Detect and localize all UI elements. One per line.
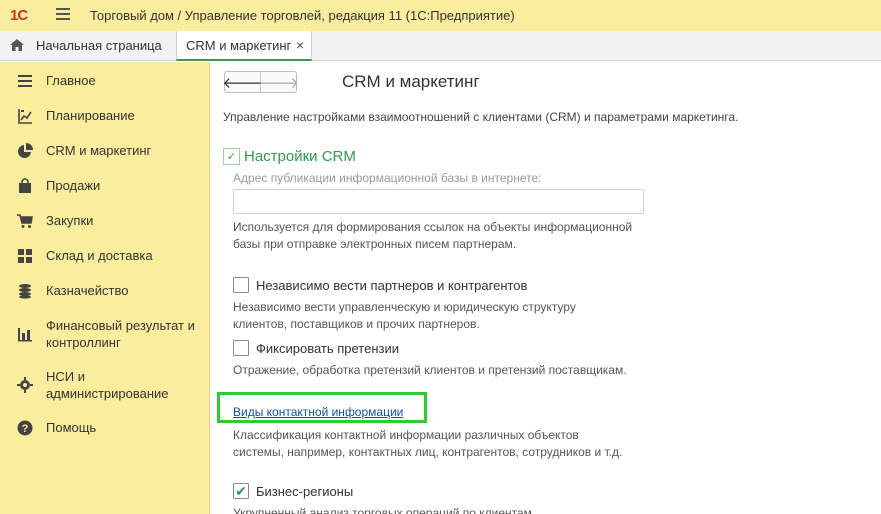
hamburger-icon: [18, 75, 32, 87]
tab-crm-label: CRM и маркетинг: [186, 38, 292, 53]
page-description: Управление настройками взаимоотношений с…: [223, 110, 739, 124]
bar-chart-icon: [18, 328, 32, 342]
partners-checkbox[interactable]: [233, 277, 249, 293]
tab-home[interactable]: Начальная страница: [0, 31, 172, 60]
section-crm-settings[interactable]: ✓ Настройки CRM: [223, 148, 356, 165]
address-field-label: Адрес публикации информационной базы в и…: [233, 171, 542, 185]
contact-hint: Классификация контактной информации разл…: [233, 428, 623, 459]
sidebar-item-label: Финансовый результат и контроллинг: [46, 318, 195, 350]
regions-checkbox-label: Бизнес-регионы: [256, 483, 354, 499]
address-input[interactable]: [233, 189, 644, 214]
partners-checkbox-label: Независимо вести партнеров и контрагенто…: [256, 277, 528, 293]
help-icon: ?: [17, 420, 33, 436]
claims-checkbox[interactable]: [233, 340, 249, 356]
partners-hint: Независимо вести управленческую и юридич…: [233, 300, 576, 331]
sidebar-item-label: Закупки: [46, 213, 94, 228]
collapse-toggle-icon[interactable]: ✓: [223, 148, 240, 165]
tab-home-label: Начальная страница: [36, 38, 162, 53]
nav-buttons: 🡐 🡒: [222, 71, 299, 93]
main-panel: 🡐 🡒 CRM и маркетинг Управление настройка…: [211, 62, 881, 514]
regions-checkbox[interactable]: ✔: [233, 483, 249, 499]
sidebar-item-label: НСИ и администрирование: [46, 369, 169, 401]
partners-checkbox-row[interactable]: Независимо вести партнеров и контрагенто…: [233, 277, 527, 293]
gear-icon: [17, 377, 33, 393]
svg-text:?: ?: [22, 423, 29, 435]
claims-checkbox-row[interactable]: Фиксировать претензии: [233, 340, 399, 356]
sidebar: Главное Планирование CRM и маркетинг Про…: [0, 62, 210, 514]
home-icon: [10, 39, 24, 51]
page-title: CRM и маркетинг: [342, 72, 480, 91]
main-menu-icon[interactable]: [56, 8, 70, 20]
sidebar-item-label: Казначейство: [46, 283, 129, 298]
app-title: Торговый дом / Управление торговлей, ред…: [90, 8, 515, 23]
tab-bar: Начальная страница CRM и маркетинг ×: [0, 31, 881, 61]
forward-button[interactable]: 🡒: [259, 72, 299, 92]
shopping-bag-icon: [19, 178, 31, 193]
title-bar: 1С Торговый дом / Управление торговлей, …: [0, 0, 881, 31]
sidebar-item-label: CRM и маркетинг: [46, 143, 152, 158]
contact-info-types-link[interactable]: Виды контактной информации: [233, 405, 403, 419]
regions-checkbox-row[interactable]: ✔ Бизнес-регионы: [233, 483, 353, 499]
tab-crm-marketing[interactable]: CRM и маркетинг ×: [176, 31, 312, 61]
sidebar-item-label: Главное: [46, 73, 96, 88]
pie-chart-icon: [18, 143, 33, 158]
section-title: Настройки CRM: [244, 148, 356, 165]
sidebar-item-label: Склад и доставка: [46, 248, 153, 263]
checkmark-icon: ✔: [235, 483, 247, 499]
planning-icon: [18, 109, 32, 124]
warehouse-icon: [18, 249, 32, 263]
app-logo: 1С: [10, 7, 28, 24]
coins-icon: [19, 284, 31, 299]
sidebar-item-label: Помощь: [46, 420, 97, 435]
close-icon[interactable]: ×: [296, 37, 304, 53]
address-hint: Используется для формирования ссылок на …: [233, 220, 633, 251]
sidebar-item-label: Планирование: [46, 108, 135, 123]
regions-hint: Укрупненный анализ торговых операций по …: [233, 506, 532, 514]
claims-hint: Отражение, обработка претензий клиентов …: [233, 363, 627, 377]
back-button[interactable]: 🡐: [222, 72, 263, 92]
cart-icon: [17, 214, 33, 228]
claims-checkbox-label: Фиксировать претензии: [256, 340, 400, 356]
sidebar-item-label: Продажи: [46, 178, 101, 193]
